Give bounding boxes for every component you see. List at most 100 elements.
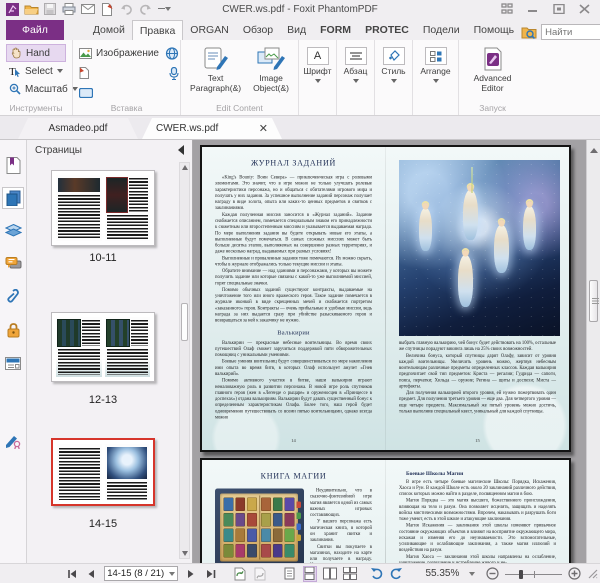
hand-tool-button[interactable]: Hand (6, 44, 66, 62)
tab-protect[interactable]: PROTEC (358, 20, 416, 40)
doc-tab-asmadeo[interactable]: Asmadeo.pdf (18, 118, 138, 139)
chevron-down-icon (432, 78, 439, 83)
layers-panel-icon[interactable] (2, 220, 24, 242)
close-tab-icon[interactable]: ✕ (259, 122, 268, 135)
undo-icon[interactable] (118, 2, 134, 16)
insert-video-button[interactable] (79, 88, 159, 98)
previous-view-button[interactable] (232, 566, 246, 582)
page-number-input[interactable] (107, 568, 170, 579)
advanced-editor-button[interactable]: Advanced Editor (465, 44, 520, 101)
sidebar-scroll-thumb[interactable] (181, 303, 188, 341)
print-icon[interactable] (61, 2, 77, 16)
customize-toolbar-dropdown[interactable] (156, 2, 172, 16)
page-thumbnail-14-15[interactable] (51, 438, 155, 506)
zoom-slider[interactable] (505, 567, 562, 581)
folder-search-icon[interactable] (521, 26, 537, 39)
document-scroll-thumb[interactable] (589, 280, 599, 322)
security-panel-icon[interactable] (2, 319, 24, 341)
signature-panel-icon[interactable] (2, 430, 24, 452)
zoom-tool-button[interactable]: Масштаб (6, 80, 78, 98)
facing-view-button[interactable] (323, 566, 338, 582)
collapse-panel-icon[interactable] (178, 145, 184, 155)
magic-book-illustration (215, 488, 304, 563)
zoom-out-button[interactable] (485, 566, 499, 582)
style-button[interactable]: Стиль (381, 44, 406, 86)
select-tool-button[interactable]: T Select (6, 62, 66, 80)
first-page-button[interactable] (64, 566, 78, 582)
page-thumbnail-12-13[interactable] (51, 312, 155, 382)
insert-image-button[interactable]: Изображение (79, 47, 159, 59)
continuous-facing-view-button[interactable] (343, 566, 358, 582)
open-file-icon[interactable] (23, 2, 39, 16)
resize-grip[interactable] (588, 569, 598, 579)
text-paragraph-button[interactable]: Text Paragraph(&) (186, 44, 245, 101)
magnifier-plus-icon (9, 83, 21, 95)
tab-file[interactable]: Файл (6, 20, 64, 40)
font-button[interactable]: A Шрифт (304, 44, 331, 86)
redo-icon[interactable] (137, 2, 153, 16)
paragraph-button-group: Абзац (336, 40, 374, 115)
previous-page-button[interactable] (84, 566, 98, 582)
next-view-button[interactable] (252, 566, 266, 582)
email-icon[interactable] (80, 2, 96, 16)
scroll-up-icon[interactable] (590, 144, 598, 153)
zoom-slider-thumb[interactable] (518, 569, 523, 579)
insert-file-button[interactable] (79, 67, 159, 79)
tab-share[interactable]: Подели (416, 20, 467, 40)
advanced-editor-icon (481, 47, 505, 71)
sidebar-scrollbar[interactable] (179, 162, 190, 559)
tab-help[interactable]: Помощь (467, 20, 522, 40)
continuous-view-button[interactable] (302, 565, 317, 582)
rotate-right-button[interactable] (389, 566, 403, 582)
scroll-down-icon[interactable] (182, 551, 188, 556)
zoom-dropdown-icon[interactable] (469, 571, 476, 576)
paragraph-icon (344, 47, 367, 65)
pages-panel-icon[interactable] (2, 187, 24, 209)
tab-review[interactable]: Обзор (236, 20, 280, 40)
maximize-button[interactable] (553, 4, 565, 14)
close-button[interactable] (579, 4, 590, 14)
foxit-logo-icon[interactable] (4, 2, 20, 16)
page14-paragraph: Обратите внимание — над зданиями и персо… (215, 268, 372, 286)
chevron-down-icon[interactable] (169, 571, 176, 576)
bookmarks-panel-icon[interactable] (2, 154, 24, 176)
arrange-button[interactable]: Arrange (419, 44, 452, 86)
edit-image-icon (257, 47, 286, 71)
tab-view[interactable]: Вид (280, 20, 313, 40)
image-object-button[interactable]: Image Object(&) (249, 44, 293, 101)
fields-panel-icon[interactable] (2, 352, 24, 374)
ribbon: Hand T Select Масштаб Инструменты Изобра… (0, 40, 600, 116)
single-page-view-button[interactable] (283, 566, 297, 582)
paragraph-button[interactable]: Абзац (343, 44, 368, 86)
insert-audio-button[interactable] (169, 66, 179, 80)
arrange-windows-icon[interactable] (501, 3, 513, 15)
scroll-up-icon[interactable] (182, 165, 188, 170)
save-icon[interactable] (42, 2, 58, 16)
insert-web-button[interactable] (165, 46, 179, 60)
page15-paragraph: Для получения валькирией второго уровня,… (399, 390, 556, 414)
svg-text:T: T (9, 66, 16, 77)
page-thumbnail-10-11[interactable] (51, 170, 155, 246)
tab-edit[interactable]: Правка (131, 20, 184, 40)
next-page-button[interactable] (184, 566, 198, 582)
create-pdf-icon[interactable] (99, 2, 115, 16)
valkyries-illustration (399, 160, 560, 336)
attachments-panel-icon[interactable] (2, 286, 24, 308)
comments-panel-icon[interactable] (2, 253, 24, 275)
tab-organize[interactable]: ORGAN (183, 20, 236, 40)
zoom-in-button[interactable] (568, 566, 582, 582)
thumb-page-14 (57, 444, 102, 500)
minimize-button[interactable] (527, 4, 539, 14)
chevron-down-icon (390, 78, 397, 83)
search-input[interactable] (542, 26, 600, 38)
doc-tab-cwer[interactable]: CWER.ws.pdf ✕ (142, 118, 282, 139)
tab-home[interactable]: Домой (86, 20, 132, 40)
last-page-button[interactable] (204, 566, 218, 582)
page-16: КНИГА МАГИИ Неудивительно, что в сказочн… (202, 460, 385, 563)
thumb-page-11 (104, 175, 150, 241)
rotate-left-button[interactable] (369, 566, 383, 582)
tab-form[interactable]: FORM (313, 20, 358, 40)
valkyrie-figure (458, 255, 473, 307)
main-area: Страницы 10-11 12-13 14-15 ЖУРНАЛ ЗАДАНИ… (0, 140, 600, 563)
document-scrollbar[interactable] (586, 140, 600, 563)
